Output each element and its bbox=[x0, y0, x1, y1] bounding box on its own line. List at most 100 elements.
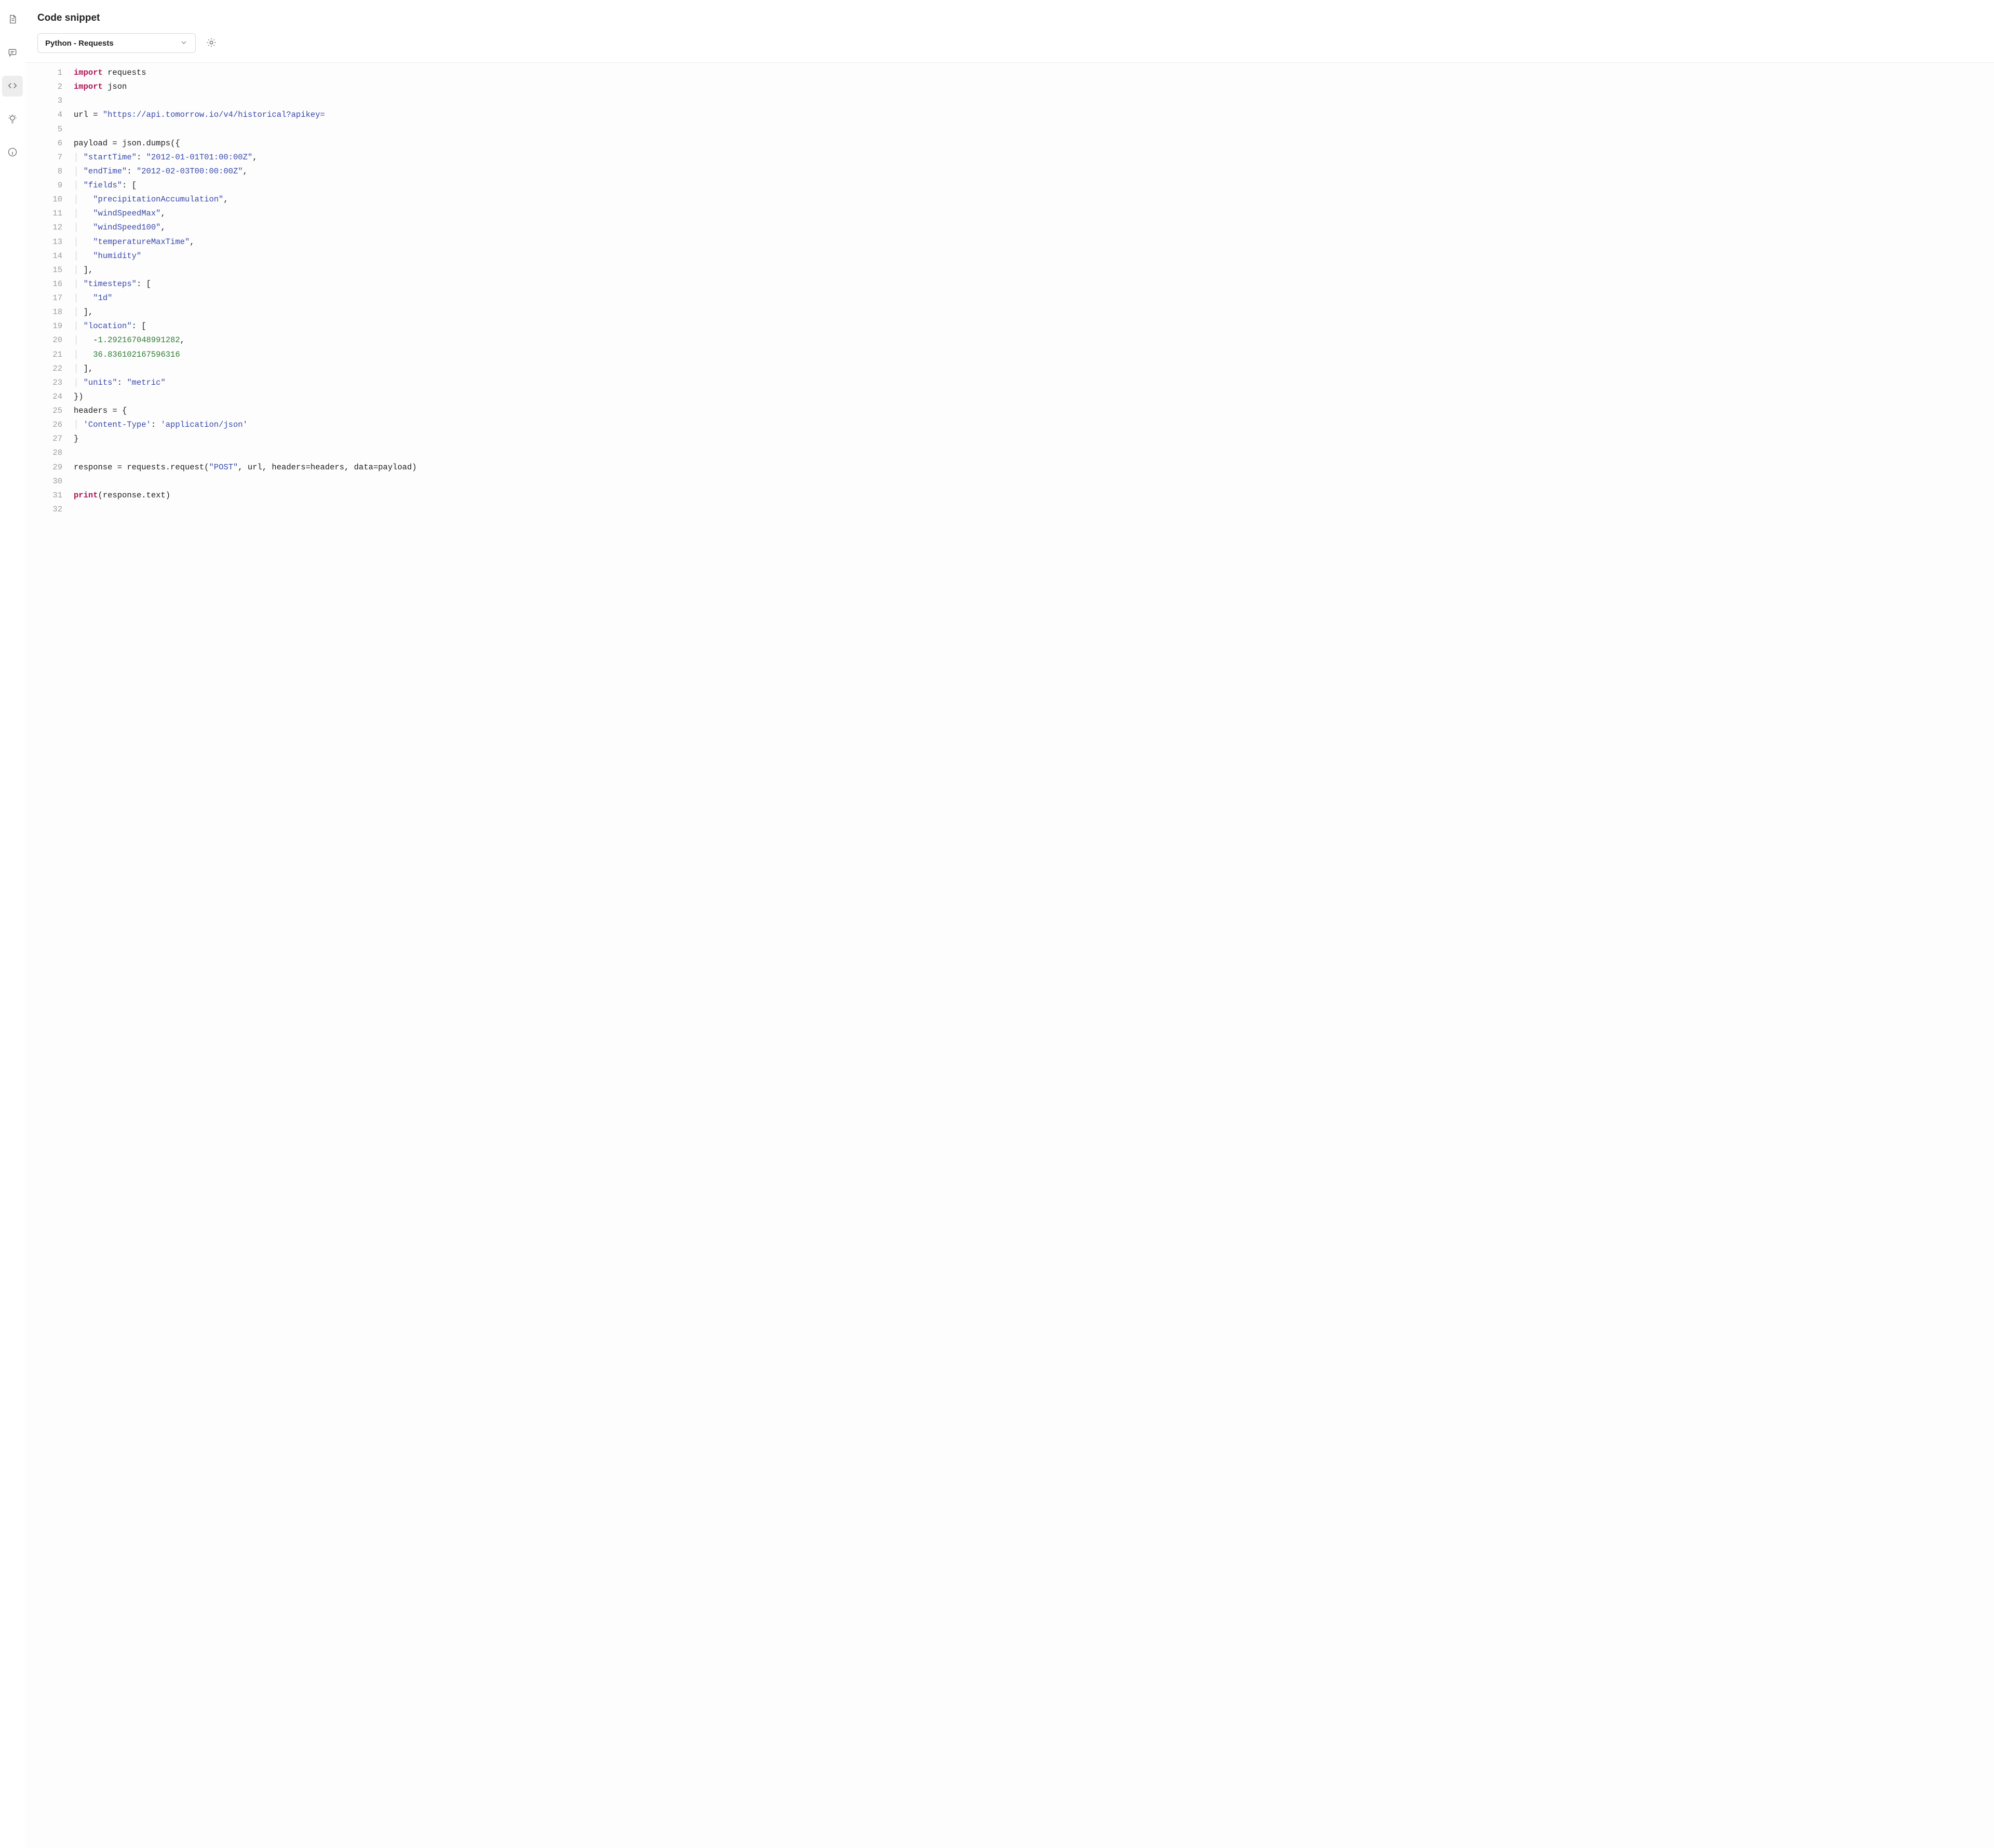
line-number: 31 bbox=[37, 489, 74, 503]
code-line[interactable]: 16│ "timesteps": [ bbox=[37, 277, 1978, 291]
line-number: 24 bbox=[37, 390, 74, 404]
code-text: │ -1.292167048991282, bbox=[74, 333, 1978, 347]
code-line[interactable]: 24}) bbox=[37, 390, 1978, 404]
code-line[interactable]: 8│ "endTime": "2012-02-03T00:00:00Z", bbox=[37, 165, 1978, 179]
code-text: } bbox=[74, 432, 1978, 446]
line-number: 30 bbox=[37, 475, 74, 489]
code-text: │ ], bbox=[74, 362, 1978, 376]
sidebar-item-info[interactable] bbox=[2, 142, 23, 163]
chevron-down-icon bbox=[180, 38, 188, 48]
language-dropdown-label: Python - Requests bbox=[45, 39, 180, 48]
code-line[interactable]: 18│ ], bbox=[37, 305, 1978, 319]
code-line[interactable]: 20│ -1.292167048991282, bbox=[37, 333, 1978, 347]
code-text: print(response.text) bbox=[74, 489, 1978, 503]
code-text: │ "windSpeedMax", bbox=[74, 207, 1978, 221]
line-number: 1 bbox=[37, 66, 74, 80]
code-line[interactable]: 1import requests bbox=[37, 66, 1978, 80]
code-line[interactable]: 6payload = json.dumps({ bbox=[37, 137, 1978, 151]
code-icon bbox=[7, 80, 18, 93]
line-number: 15 bbox=[37, 263, 74, 277]
code-line[interactable]: 11│ "windSpeedMax", bbox=[37, 207, 1978, 221]
snippet-settings-button[interactable] bbox=[204, 36, 219, 50]
line-number: 28 bbox=[37, 446, 74, 460]
code-text: headers = { bbox=[74, 404, 1978, 418]
code-text: │ "endTime": "2012-02-03T00:00:00Z", bbox=[74, 165, 1978, 179]
code-text: payload = json.dumps({ bbox=[74, 137, 1978, 151]
line-number: 16 bbox=[37, 277, 74, 291]
code-text: import requests bbox=[74, 66, 1978, 80]
code-line[interactable]: 7│ "startTime": "2012-01-01T01:00:00Z", bbox=[37, 151, 1978, 165]
code-text: }) bbox=[74, 390, 1978, 404]
line-number: 21 bbox=[37, 348, 74, 362]
code-text: │ "temperatureMaxTime", bbox=[74, 235, 1978, 249]
code-editor[interactable]: 1import requests2import json34url = "htt… bbox=[25, 62, 1994, 1848]
line-number: 4 bbox=[37, 108, 74, 122]
code-line[interactable]: 9│ "fields": [ bbox=[37, 179, 1978, 193]
comment-icon bbox=[7, 47, 18, 59]
line-number: 18 bbox=[37, 305, 74, 319]
code-line[interactable]: 5 bbox=[37, 123, 1978, 137]
code-line[interactable]: 21│ 36.836102167596316 bbox=[37, 348, 1978, 362]
code-line[interactable]: 22│ ], bbox=[37, 362, 1978, 376]
code-text: │ "startTime": "2012-01-01T01:00:00Z", bbox=[74, 151, 1978, 165]
sidebar-item-document[interactable] bbox=[2, 9, 23, 30]
toolbar: Python - Requests bbox=[37, 33, 1978, 53]
line-number: 14 bbox=[37, 249, 74, 263]
code-line[interactable]: 4url = "https://api.tomorrow.io/v4/histo… bbox=[37, 108, 1978, 122]
code-text: │ "units": "metric" bbox=[74, 376, 1978, 390]
sidebar-item-code[interactable] bbox=[2, 76, 23, 97]
code-text bbox=[74, 123, 1978, 137]
line-number: 25 bbox=[37, 404, 74, 418]
code-line[interactable]: 17│ "1d" bbox=[37, 291, 1978, 305]
line-number: 9 bbox=[37, 179, 74, 193]
code-text: │ "fields": [ bbox=[74, 179, 1978, 193]
sidebar-item-intel[interactable] bbox=[2, 109, 23, 130]
code-text: │ ], bbox=[74, 263, 1978, 277]
code-line[interactable]: 29response = requests.request("POST", ur… bbox=[37, 461, 1978, 475]
sidebar-item-comments[interactable] bbox=[2, 43, 23, 63]
line-number: 17 bbox=[37, 291, 74, 305]
code-line[interactable]: 19│ "location": [ bbox=[37, 319, 1978, 333]
code-line[interactable]: 28 bbox=[37, 446, 1978, 460]
line-number: 11 bbox=[37, 207, 74, 221]
code-text bbox=[74, 503, 1978, 517]
line-number: 23 bbox=[37, 376, 74, 390]
line-number: 10 bbox=[37, 193, 74, 207]
code-line[interactable]: 12│ "windSpeed100", bbox=[37, 221, 1978, 235]
code-line[interactable]: 31print(response.text) bbox=[37, 489, 1978, 503]
code-line[interactable]: 13│ "temperatureMaxTime", bbox=[37, 235, 1978, 249]
code-line[interactable]: 26│ 'Content-Type': 'application/json' bbox=[37, 418, 1978, 432]
code-text: │ 'Content-Type': 'application/json' bbox=[74, 418, 1978, 432]
language-dropdown[interactable]: Python - Requests bbox=[37, 33, 196, 53]
line-number: 26 bbox=[37, 418, 74, 432]
code-text: response = requests.request("POST", url,… bbox=[74, 461, 1978, 475]
code-line[interactable]: 10│ "precipitationAccumulation", bbox=[37, 193, 1978, 207]
code-line[interactable]: 27} bbox=[37, 432, 1978, 446]
code-line[interactable]: 3 bbox=[37, 94, 1978, 108]
sidebar bbox=[0, 0, 25, 1848]
code-line[interactable]: 15│ ], bbox=[37, 263, 1978, 277]
code-line[interactable]: 32 bbox=[37, 503, 1978, 517]
line-number: 6 bbox=[37, 137, 74, 151]
line-number: 20 bbox=[37, 333, 74, 347]
code-line[interactable]: 23│ "units": "metric" bbox=[37, 376, 1978, 390]
code-text: import json bbox=[74, 80, 1978, 94]
code-line[interactable]: 30 bbox=[37, 475, 1978, 489]
code-text: │ "location": [ bbox=[74, 319, 1978, 333]
lightbulb-icon bbox=[7, 114, 18, 126]
code-text: │ "windSpeed100", bbox=[74, 221, 1978, 235]
code-line[interactable]: 2import json bbox=[37, 80, 1978, 94]
code-text: │ "precipitationAccumulation", bbox=[74, 193, 1978, 207]
line-number: 8 bbox=[37, 165, 74, 179]
gear-icon bbox=[206, 37, 217, 50]
code-text: │ "timesteps": [ bbox=[74, 277, 1978, 291]
line-number: 12 bbox=[37, 221, 74, 235]
code-line[interactable]: 25headers = { bbox=[37, 404, 1978, 418]
code-text: url = "https://api.tomorrow.io/v4/histor… bbox=[74, 108, 1978, 122]
code-line[interactable]: 14│ "humidity" bbox=[37, 249, 1978, 263]
line-number: 29 bbox=[37, 461, 74, 475]
code-text bbox=[74, 475, 1978, 489]
line-number: 27 bbox=[37, 432, 74, 446]
main-panel: Code snippet Python - Requests 1import r… bbox=[25, 0, 1994, 1848]
line-number: 3 bbox=[37, 94, 74, 108]
